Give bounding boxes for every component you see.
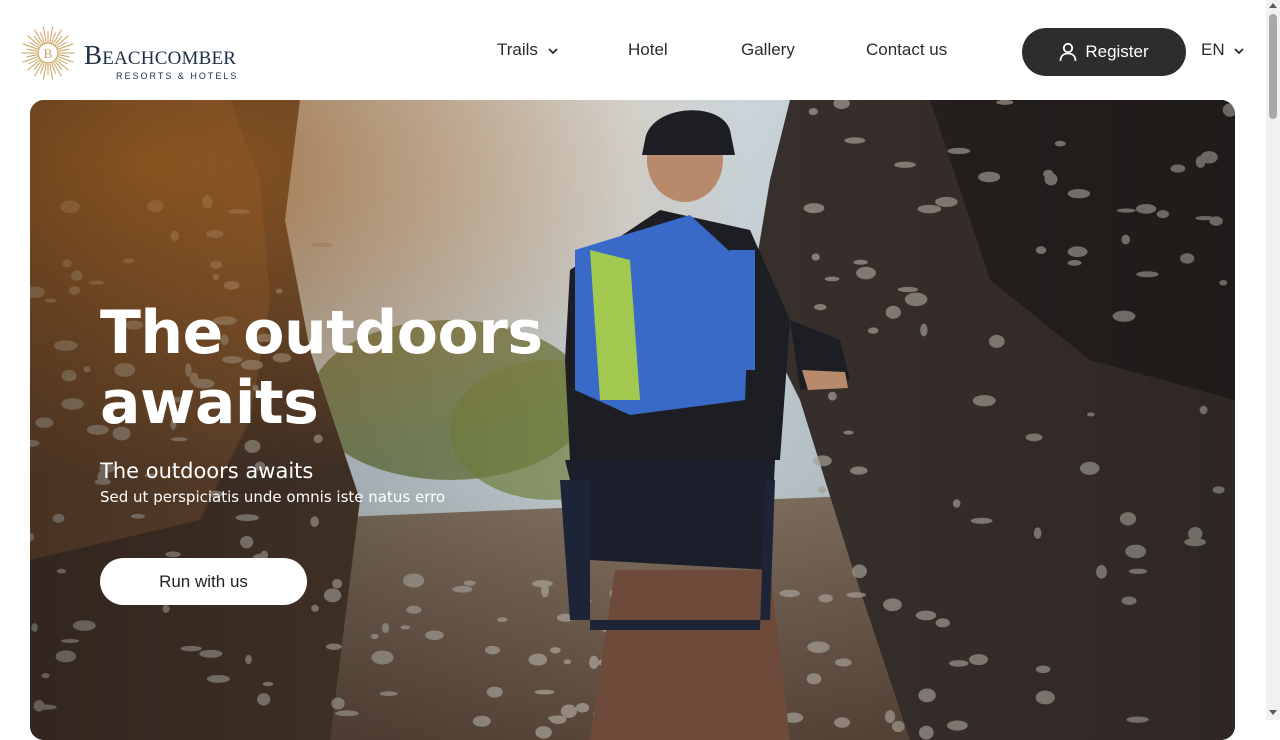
nav-trails[interactable]: Trails	[497, 40, 560, 60]
scroll-up-arrow-icon[interactable]	[1269, 3, 1277, 8]
run-with-us-button[interactable]: Run with us	[100, 558, 307, 605]
nav-gallery[interactable]: Gallery	[741, 40, 795, 60]
emblem-letter: B	[44, 46, 53, 61]
register-label: Register	[1085, 42, 1149, 61]
hero-subtitle: The outdoors awaits	[100, 459, 314, 483]
beachcomber-logo[interactable]: B Beachcomber RESORTS & HOTELS	[20, 20, 260, 86]
nav-trails-label: Trails	[497, 40, 538, 59]
scroll-thumb[interactable]	[1269, 14, 1277, 119]
nav-contact-us[interactable]: Contact us	[866, 40, 947, 60]
logo-wordmark: Beachcomber	[84, 40, 237, 70]
language-label: EN	[1201, 40, 1225, 59]
user-icon	[1059, 42, 1077, 62]
hero-section: The outdoors awaits The outdoors awaits …	[30, 100, 1235, 740]
site-header: B Beachcomber RESORTS & HOTELS Trails Ho…	[0, 0, 1266, 100]
scroll-down-arrow-icon[interactable]	[1269, 710, 1277, 715]
vertical-scrollbar[interactable]	[1266, 0, 1280, 720]
logo-tagline: RESORTS & HOTELS	[116, 71, 239, 81]
language-selector[interactable]: EN	[1201, 40, 1246, 60]
chevron-down-icon	[1234, 47, 1244, 54]
register-button[interactable]: Register	[1022, 28, 1186, 76]
chevron-down-icon	[548, 47, 558, 54]
sun-emblem-icon: B	[21, 26, 75, 80]
nav-hotel[interactable]: Hotel	[628, 40, 668, 60]
hero-description: Sed ut perspiciatis unde omnis iste natu…	[100, 488, 446, 506]
hero-title: The outdoors awaits	[100, 298, 543, 438]
